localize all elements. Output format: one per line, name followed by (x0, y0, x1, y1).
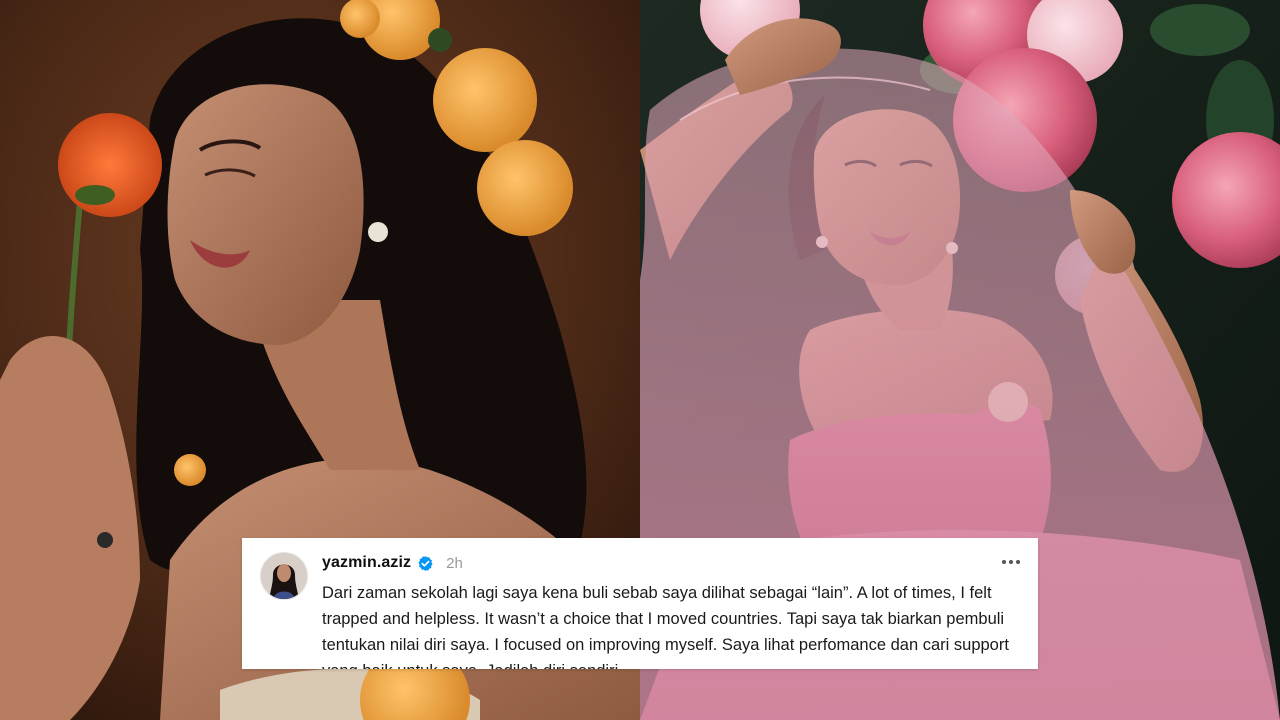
verified-badge-icon (417, 555, 434, 572)
more-dot (1002, 560, 1006, 564)
post-header: yazmin.aziz 2h (322, 552, 463, 574)
post-timestamp: 2h (446, 554, 463, 572)
avatar[interactable] (260, 552, 308, 600)
more-dot (1016, 560, 1020, 564)
username[interactable]: yazmin.aziz (322, 554, 411, 572)
more-options-icon[interactable] (998, 552, 1024, 572)
post-card: yazmin.aziz 2h Dari zaman sekolah lagi s… (242, 538, 1038, 669)
post-caption: Dari zaman sekolah lagi saya kena buli s… (322, 584, 1009, 669)
more-dot (1009, 560, 1013, 564)
